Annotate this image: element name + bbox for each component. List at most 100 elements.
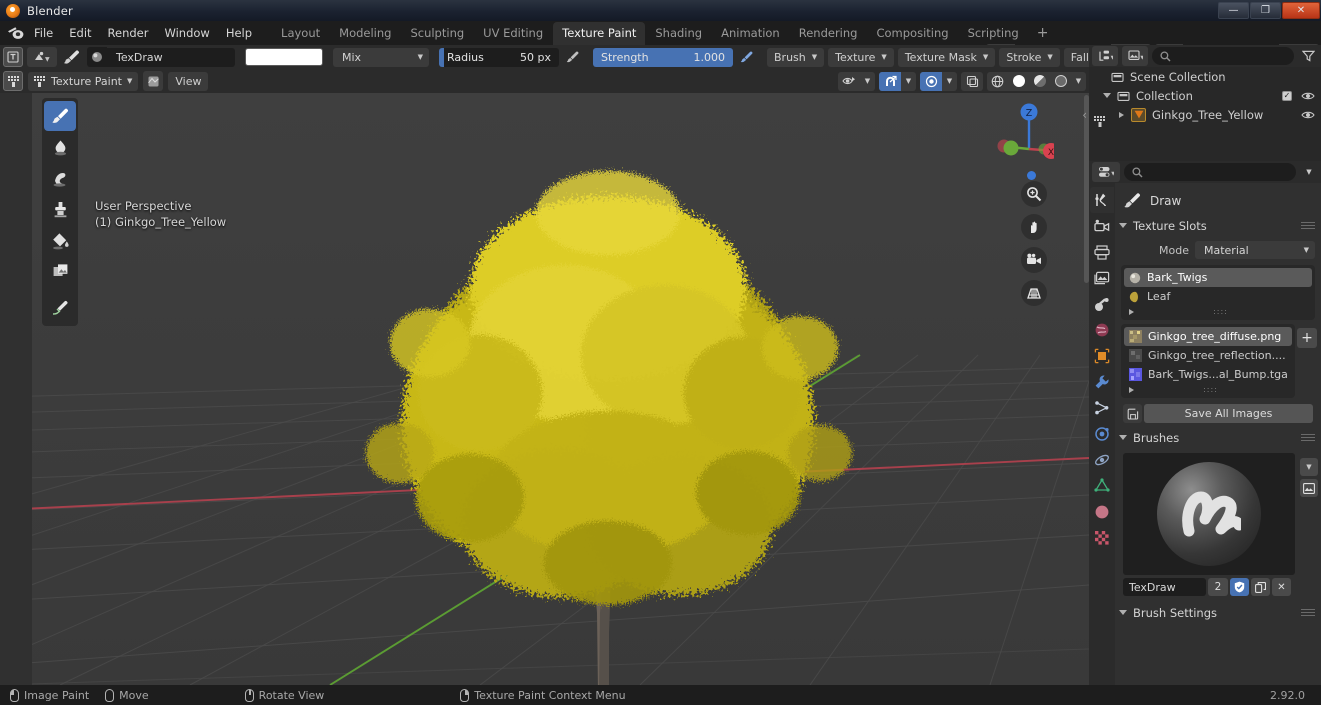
- visibility-selectability-group[interactable]: ▼: [838, 71, 875, 91]
- view-menu[interactable]: View: [168, 71, 209, 91]
- paint-mask-toggle-icon[interactable]: [143, 71, 164, 91]
- tab-tool[interactable]: [1090, 187, 1114, 213]
- list-resize-grip[interactable]: ::::: [1134, 307, 1307, 316]
- list-resize-grip[interactable]: ::::: [1134, 385, 1287, 394]
- properties-search-input[interactable]: [1124, 163, 1296, 181]
- outliner-row-ginkgo-tree[interactable]: Ginkgo_Tree_Yellow: [1089, 105, 1321, 124]
- brush-preview-panel[interactable]: [1123, 453, 1295, 575]
- duplicate-brush-icon[interactable]: [1251, 578, 1270, 596]
- zoom-icon[interactable]: [1021, 181, 1047, 207]
- shading-solid-icon[interactable]: [1008, 72, 1029, 91]
- texture-item-reflection[interactable]: Ginkgo_tree_reflection....: [1124, 346, 1292, 365]
- minimize-button[interactable]: —: [1218, 2, 1249, 19]
- brush-list-dropdown-button[interactable]: ▼: [1300, 458, 1318, 476]
- menu-window[interactable]: Window: [156, 23, 217, 43]
- material-item-leaf[interactable]: Leaf: [1124, 287, 1312, 306]
- tool-smear[interactable]: [44, 163, 76, 193]
- outliner-display-mode-icon[interactable]: ▼: [1122, 46, 1148, 66]
- menu-help[interactable]: Help: [218, 23, 260, 43]
- mode-dropdown[interactable]: Material ▼: [1195, 241, 1315, 259]
- shading-material-icon[interactable]: [1029, 72, 1050, 91]
- toggle-ortho-icon[interactable]: [1021, 280, 1047, 306]
- strength-pressure-icon[interactable]: [737, 47, 757, 67]
- interaction-mode-dropdown[interactable]: Texture Paint ▼: [28, 71, 139, 91]
- panel-header-brush-settings[interactable]: Brush Settings: [1115, 602, 1321, 623]
- tab-render[interactable]: [1090, 213, 1114, 239]
- visibility-icon[interactable]: [838, 72, 860, 91]
- properties-options-icon[interactable]: ▼: [1300, 162, 1318, 182]
- tab-material[interactable]: [1090, 499, 1114, 525]
- proportional-editing-group[interactable]: ▼: [920, 71, 957, 91]
- menu-edit[interactable]: Edit: [61, 23, 99, 43]
- brush-name-value[interactable]: TexDraw: [1123, 578, 1206, 596]
- tab-modifiers[interactable]: [1090, 369, 1114, 395]
- tab-world[interactable]: [1090, 317, 1114, 343]
- save-all-images-button[interactable]: Save All Images: [1123, 404, 1313, 423]
- fake-user-shield-icon[interactable]: [1230, 578, 1249, 596]
- blend-mode-dropdown[interactable]: Mix ▼: [333, 47, 429, 67]
- tool-annotate[interactable]: [44, 293, 76, 323]
- panel-header-brushes[interactable]: Brushes: [1115, 427, 1321, 448]
- tab-modeling[interactable]: Modeling: [330, 22, 400, 45]
- gizmo-negative-z-handle[interactable]: [1027, 171, 1036, 180]
- brush-color-swatch[interactable]: [245, 48, 323, 66]
- tab-physics[interactable]: [1090, 421, 1114, 447]
- strength-slider[interactable]: Strength 1.000: [593, 47, 733, 67]
- expand-object-icon[interactable]: [1119, 111, 1124, 118]
- paint-mask-icon[interactable]: ▼: [27, 47, 57, 67]
- editor-corner-grip[interactable]: [1089, 106, 1111, 136]
- tab-animation[interactable]: Animation: [712, 22, 789, 45]
- tab-texture-paint[interactable]: Texture Paint: [553, 21, 646, 45]
- tab-shading[interactable]: Shading: [646, 22, 711, 45]
- shading-wireframe-icon[interactable]: [987, 72, 1008, 91]
- texture-slot-list[interactable]: Ginkgo_tree_diffuse.png Ginkgo_tree_refl…: [1121, 324, 1295, 398]
- tab-texture[interactable]: [1090, 525, 1114, 551]
- visibility-dropdown-icon[interactable]: ▼: [860, 72, 875, 91]
- stroke-popover[interactable]: Stroke ▼: [999, 47, 1060, 67]
- add-workspace-button[interactable]: +: [1029, 25, 1057, 41]
- proportional-edit-icon[interactable]: [920, 71, 942, 91]
- viewport-shading-group[interactable]: ▼: [987, 71, 1086, 91]
- tab-compositing[interactable]: Compositing: [867, 22, 957, 45]
- tool-settings-editor-type-icon[interactable]: [3, 47, 23, 67]
- material-slot-list[interactable]: Bark_Twigs Leaf ::::: [1121, 265, 1315, 320]
- brush-popover[interactable]: Brush ▼: [767, 47, 825, 67]
- brush-preview-toggle-button[interactable]: [1300, 479, 1318, 497]
- snapping-group[interactable]: ▼: [879, 71, 916, 91]
- navigation-gizmo[interactable]: X Z: [988, 99, 1054, 165]
- tab-object[interactable]: [1090, 343, 1114, 369]
- tab-view-layer[interactable]: [1090, 265, 1114, 291]
- maximize-button[interactable]: ❐: [1250, 2, 1281, 19]
- panel-header-texture-slots[interactable]: Texture Slots: [1115, 215, 1321, 236]
- menu-file[interactable]: File: [26, 23, 61, 43]
- collection-checkbox[interactable]: ✓: [1282, 90, 1292, 101]
- brush-name-field[interactable]: TexDraw: [107, 47, 235, 67]
- texture-mask-popover[interactable]: Texture Mask ▼: [897, 47, 996, 67]
- tool-mask[interactable]: [44, 256, 76, 286]
- tab-rendering[interactable]: Rendering: [790, 22, 867, 45]
- tab-output[interactable]: [1090, 239, 1114, 265]
- texture-popover[interactable]: Texture ▼: [828, 47, 894, 67]
- tab-scene[interactable]: [1090, 291, 1114, 317]
- tab-uv-editing[interactable]: UV Editing: [474, 22, 552, 45]
- menu-render[interactable]: Render: [100, 23, 157, 43]
- sidebar-collapse-icon[interactable]: ‹: [1082, 108, 1087, 122]
- outliner-search-input[interactable]: [1152, 47, 1294, 65]
- material-item-bark-twigs[interactable]: Bark_Twigs: [1124, 268, 1312, 287]
- tab-object-data[interactable]: [1090, 473, 1114, 499]
- tab-sculpting[interactable]: Sculpting: [401, 22, 473, 45]
- brush-datablock-icon[interactable]: [87, 47, 107, 67]
- close-button[interactable]: ✕: [1282, 2, 1320, 19]
- outliner-row-collection[interactable]: Collection ✓: [1089, 86, 1321, 105]
- eye-icon[interactable]: [1301, 110, 1315, 120]
- tab-scripting[interactable]: Scripting: [959, 22, 1028, 45]
- shading-dropdown-icon[interactable]: ▼: [1071, 72, 1086, 91]
- blender-menu-icon[interactable]: [4, 22, 26, 44]
- brush-users-count[interactable]: 2: [1208, 578, 1228, 596]
- tool-draw[interactable]: [44, 101, 76, 131]
- tool-clone[interactable]: [44, 194, 76, 224]
- tool-fill[interactable]: [44, 225, 76, 255]
- proportional-dropdown-icon[interactable]: ▼: [942, 72, 957, 91]
- viewport-editor-type-icon[interactable]: [3, 71, 23, 91]
- outliner-filter-icon[interactable]: [1298, 46, 1318, 66]
